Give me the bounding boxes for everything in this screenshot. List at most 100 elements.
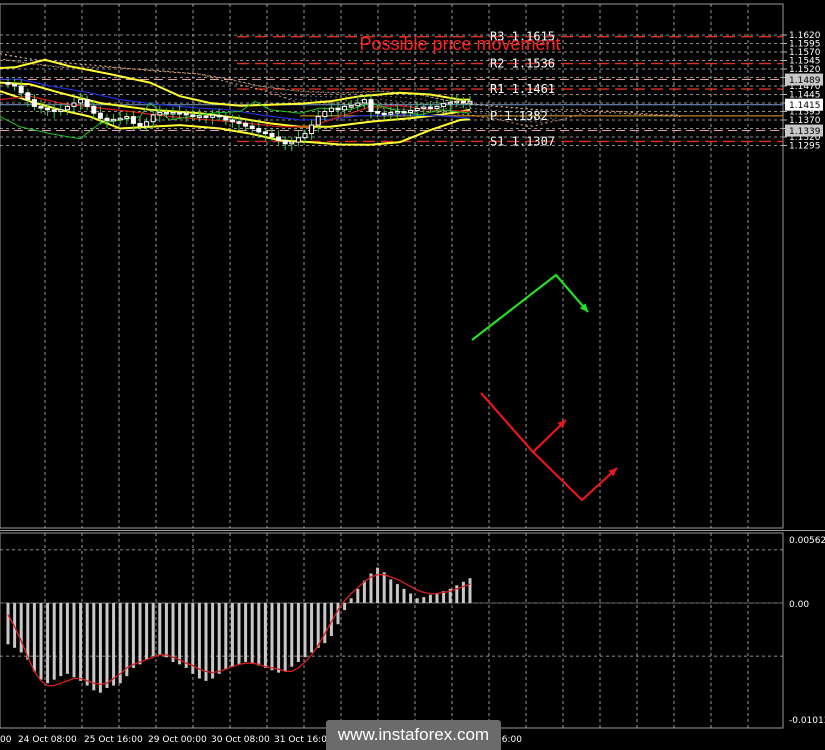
main-frame: [0, 3, 784, 529]
candle-body: [18, 85, 24, 94]
candle-body: [130, 116, 136, 124]
macd-bar: [197, 603, 201, 679]
macd-bar: [323, 603, 327, 644]
candle-body: [408, 109, 414, 114]
x-tick-label: 25 Oct 16:00: [84, 735, 143, 745]
candle-body: [421, 106, 427, 110]
macd-bar: [237, 603, 241, 665]
candle-body: [342, 105, 348, 111]
candle-body: [454, 100, 460, 104]
candle-body: [84, 99, 90, 107]
candle-body: [12, 83, 18, 87]
candle-body: [269, 133, 275, 138]
price-tag-label: 1.1339: [789, 127, 821, 137]
macd-bar: [118, 603, 122, 684]
candle-body: [295, 137, 301, 143]
candle-body: [124, 116, 130, 119]
macd-bar: [138, 603, 142, 665]
candle-body: [38, 105, 44, 109]
macd-bar: [336, 603, 340, 625]
macd-bar: [296, 603, 300, 662]
macd-bar: [151, 603, 155, 657]
macd-bar: [415, 598, 419, 603]
slow-ma: [0, 78, 471, 121]
y-tick-label: 1.1295: [789, 142, 821, 152]
macd-frame: [0, 532, 784, 729]
macd-bar: [59, 603, 63, 677]
macd-bar: [178, 603, 182, 665]
candle-body: [447, 101, 453, 105]
candle-body: [91, 105, 97, 114]
candle-body: [177, 112, 183, 115]
candle-body: [335, 107, 341, 111]
macd-y-tick-label: -0.01013: [789, 716, 825, 726]
macd-bar: [191, 603, 195, 674]
macd-bar: [204, 603, 208, 681]
chart-stage: R3 1.1615R2 1.1536R1 1.1461P 1.1382S1 1.…: [0, 3, 825, 745]
candle-body: [144, 121, 150, 127]
macd-bar: [65, 603, 69, 674]
macd-bar: [26, 603, 30, 660]
candle-body: [249, 125, 255, 130]
candle-body: [262, 131, 268, 135]
level-label: R1 1.1461: [490, 82, 555, 96]
candle-body: [157, 112, 163, 116]
macd-bar: [250, 603, 254, 664]
candle-body: [45, 107, 51, 111]
macd-bar: [125, 603, 129, 677]
macd-bar: [158, 603, 162, 655]
macd-bar: [217, 603, 221, 674]
price-tag-label: 1.1489: [789, 76, 821, 86]
macd-bar: [39, 603, 43, 680]
candle-body: [427, 106, 433, 110]
macd-bar: [224, 603, 228, 670]
macd-bar: [164, 603, 168, 658]
candle-body: [348, 105, 354, 108]
candle-body: [375, 111, 381, 114]
candle-body: [401, 111, 407, 114]
candle-body: [434, 105, 440, 109]
macd-bar: [382, 572, 386, 603]
candle-body: [111, 118, 117, 122]
candle-body: [243, 122, 249, 127]
macd-bar: [356, 588, 360, 603]
macd-bar: [85, 603, 89, 686]
candle-body: [216, 114, 222, 118]
level-label: P 1.1382: [490, 109, 548, 123]
macd-bar: [343, 603, 347, 611]
candle-body: [190, 114, 196, 118]
x-tick-label: 00: [0, 735, 12, 745]
candle-body: [170, 112, 176, 115]
price-tag-label: 1.1415: [789, 101, 821, 111]
macd-bar: [395, 584, 399, 603]
level-label: R2 1.1536: [490, 57, 555, 71]
candle-body: [163, 112, 169, 115]
x-tick-label: 30 Oct 08:00: [211, 735, 270, 745]
candle-body: [210, 114, 216, 118]
macd-bar: [145, 603, 149, 660]
candle-body: [289, 141, 295, 145]
candle-body: [183, 112, 189, 116]
watermark: www.instaforex.com: [326, 720, 501, 750]
candle-body: [5, 82, 11, 85]
x-tick-label: 24 Oct 08:00: [18, 735, 77, 745]
macd-bar: [112, 603, 116, 686]
macd-bar: [435, 593, 439, 603]
candle-body: [355, 102, 361, 107]
candle-body: [78, 99, 84, 104]
macd-panel: [0, 567, 783, 693]
macd-bar: [32, 603, 36, 672]
macd-y-tick-label: 0.00: [789, 600, 809, 610]
macd-bar: [303, 603, 307, 658]
macd-bar: [184, 603, 188, 668]
level-label: S1 1.1307: [490, 134, 555, 148]
macd-bar: [6, 603, 10, 645]
macd-bar: [461, 581, 465, 603]
candle-body: [236, 121, 242, 124]
macd-bar: [263, 603, 267, 668]
x-tick-label: 29 Oct 00:00: [148, 735, 207, 745]
macd-bar: [131, 603, 135, 668]
macd-bar: [105, 603, 109, 688]
macd-bar: [422, 597, 426, 603]
macd-bar: [362, 580, 366, 603]
